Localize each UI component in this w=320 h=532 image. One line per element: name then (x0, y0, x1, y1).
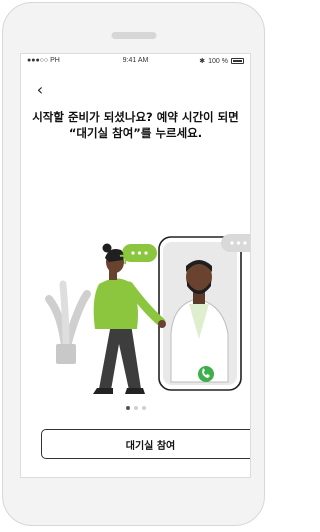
phone-screen: ●●●○○ PH 9:41 AM ✱ 100 % ‹ 시작할 준비가 되셨나요?… (20, 53, 251, 478)
status-bar: ●●●○○ PH 9:41 AM ✱ 100 % (21, 54, 250, 68)
gray-chat-bubble (221, 234, 250, 252)
pagination-dot-2[interactable] (133, 406, 138, 410)
bluetooth-icon: ✱ (199, 58, 206, 65)
join-waiting-room-button[interactable]: 대기실 참여 (41, 429, 250, 459)
phone-illustration (158, 236, 242, 391)
battery-status: ✱ 100 % (199, 57, 244, 65)
device-speaker (111, 32, 156, 39)
page-title: 시작할 준비가 되셨나요? 예약 시간이 되면 “대기실 참여”를 누르세요. (32, 110, 239, 140)
pagination-dots (21, 406, 250, 410)
patient-illustration (93, 243, 166, 394)
battery-label: 100 % (208, 57, 228, 65)
green-chat-bubble (122, 244, 157, 262)
video-call-illustration (45, 234, 250, 394)
chevron-left-icon: ‹ (36, 79, 44, 99)
battery-icon (231, 58, 244, 64)
plant-illustration (45, 280, 91, 364)
carrier-signal: ●●●○○ PH (27, 57, 60, 64)
back-button[interactable]: ‹ (31, 79, 49, 99)
pagination-dot-1[interactable] (125, 406, 130, 410)
status-time: 9:41 AM (122, 57, 149, 64)
pagination-dot-3[interactable] (141, 406, 146, 410)
join-waiting-room-label: 대기실 참여 (125, 440, 176, 452)
